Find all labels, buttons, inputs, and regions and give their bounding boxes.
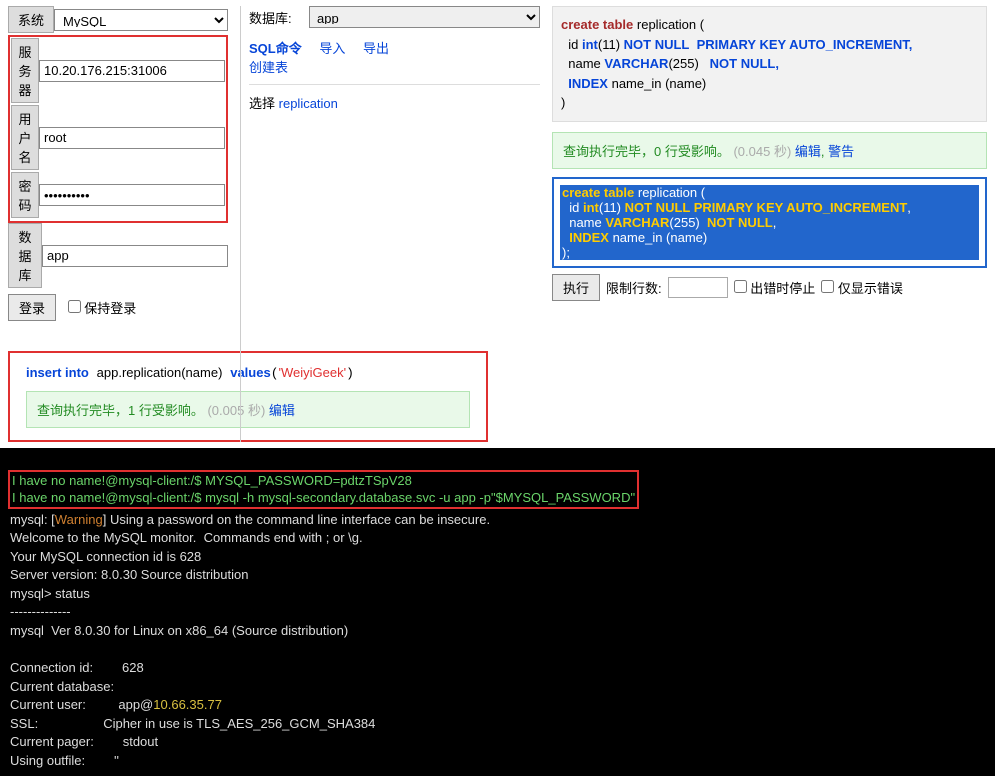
limit-rows-input[interactable] — [668, 277, 728, 298]
username-label: 用户名 — [11, 105, 39, 170]
terminal-output: I have no name!@mysql-client:/$ MYSQL_PA… — [0, 448, 995, 776]
login-button[interactable]: 登录 — [8, 294, 56, 321]
sql-editor[interactable]: create table replication ( id int(11) NO… — [552, 177, 987, 268]
sql-command-link[interactable]: SQL命令 — [249, 41, 302, 56]
system-select[interactable]: MySQL — [54, 9, 228, 31]
only-errors-checkbox[interactable] — [821, 280, 834, 293]
stop-on-error-checkbox[interactable] — [734, 280, 747, 293]
database-label: 数据库 — [8, 223, 42, 288]
server-label: 服务器 — [11, 38, 39, 103]
export-link[interactable]: 导出 — [363, 41, 389, 56]
sql-panel: create table replication ( id int(11) NO… — [552, 6, 987, 442]
create-sql-block: create table replication ( id int(11) NO… — [552, 6, 987, 122]
create-edit-link[interactable]: 编辑 — [795, 144, 821, 159]
database-input[interactable] — [42, 245, 228, 267]
insert-success-msg: 查询执行完毕，1 行受影响。 — [37, 403, 204, 418]
system-label: 系统 — [8, 6, 54, 33]
create-warn-link[interactable]: 警告 — [828, 144, 854, 159]
username-input[interactable] — [39, 127, 225, 149]
login-panel: 系统 MySQL 服务器 用户名 密码 数据库 登录 保持登录 — [8, 6, 228, 442]
password-input[interactable] — [39, 184, 225, 206]
table-link[interactable]: replication — [279, 96, 338, 111]
nav-panel: 数据库: app SQL命令 导入 导出 创建表 选择 replication — [240, 6, 540, 442]
import-link[interactable]: 导入 — [319, 41, 345, 56]
keep-login-checkbox[interactable] — [68, 300, 81, 313]
keep-login-label[interactable]: 保持登录 — [68, 301, 137, 316]
create-table-link[interactable]: 创建表 — [249, 60, 288, 75]
db-select[interactable]: app — [309, 6, 540, 28]
create-success: 查询执行完毕，0 行受影响。 (0.045 秒) 编辑, 警告 — [552, 132, 987, 169]
db-label: 数据库: — [249, 8, 309, 27]
execute-button[interactable]: 执行 — [552, 274, 600, 301]
server-input[interactable] — [39, 60, 225, 82]
password-label: 密码 — [11, 172, 39, 218]
